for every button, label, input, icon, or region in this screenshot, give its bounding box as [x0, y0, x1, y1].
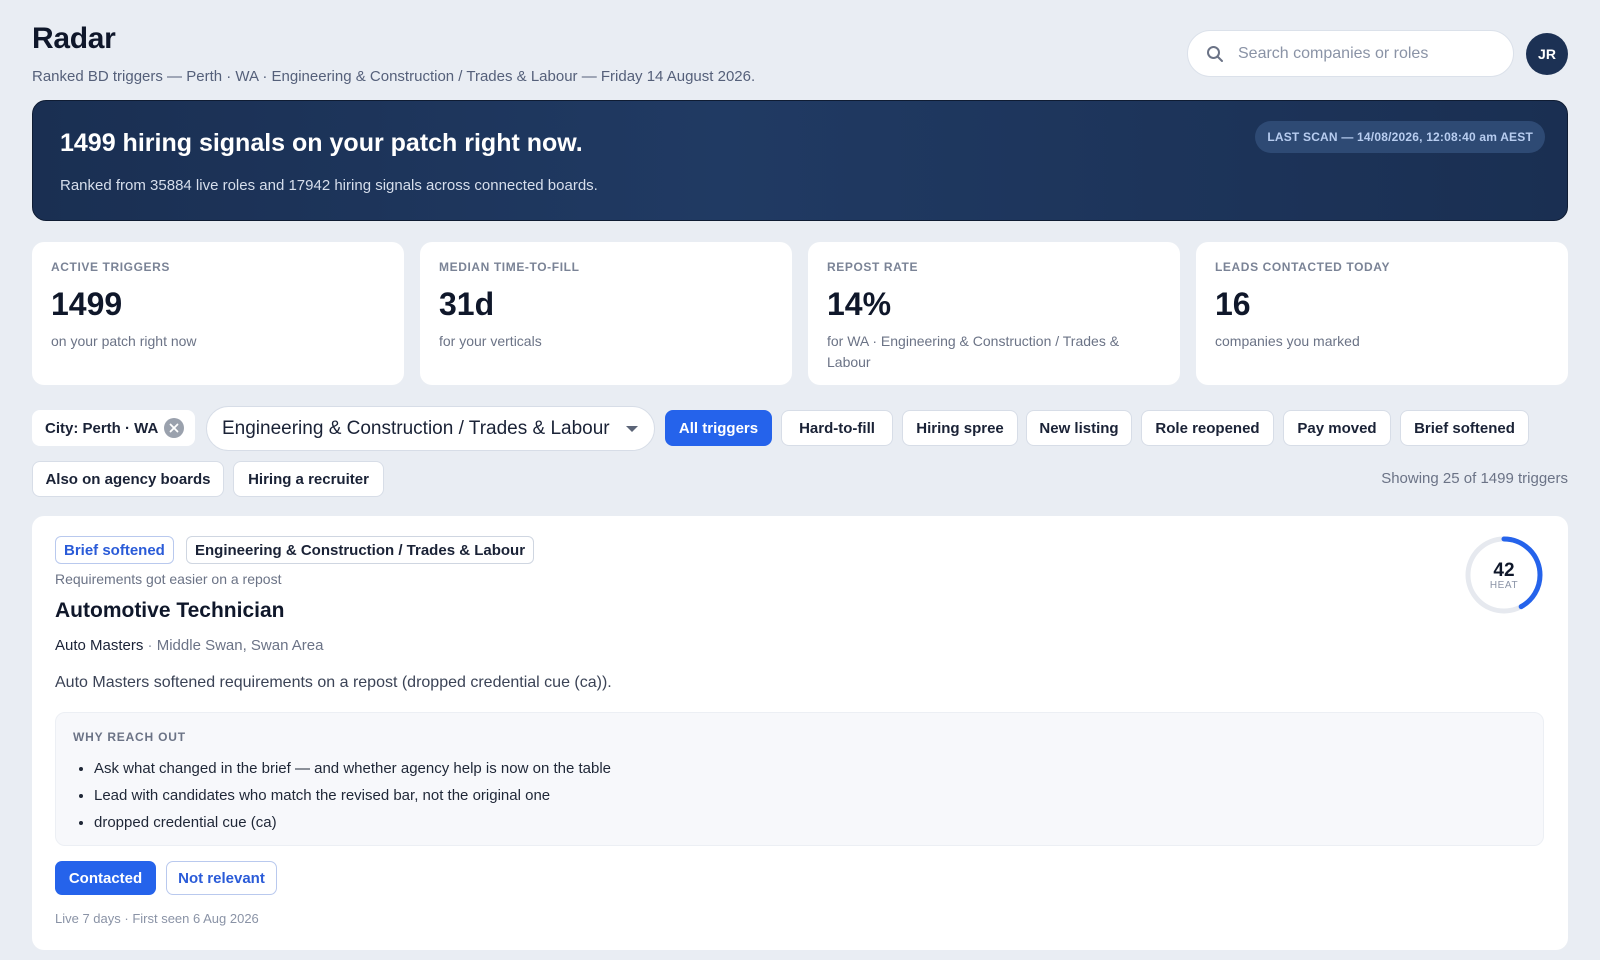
role-title: Automotive Technician — [55, 599, 285, 622]
why-reach-out-list: Ask what changed in the brief — and whet… — [94, 755, 611, 836]
avatar[interactable]: JR — [1526, 33, 1568, 75]
stat-value: 31d — [439, 286, 495, 322]
banner-headline: 1499 hiring signals on your patch right … — [60, 129, 583, 157]
banner-detail: Ranked from 35884 live roles and 17942 h… — [60, 177, 598, 194]
stat-desc: on your patch right now — [51, 333, 197, 349]
stat-desc: companies you marked — [1215, 333, 1360, 349]
results-count: Showing 25 of 1499 triggers — [1381, 470, 1568, 487]
contacted-button[interactable]: Contacted — [55, 861, 156, 895]
trigger-card: Brief softened Engineering & Constructio… — [32, 516, 1568, 950]
city-filter-chip: City: Perth · WA — [32, 410, 195, 446]
stat-desc: for WA · Engineering & Construction / Tr… — [827, 333, 1120, 370]
filter-chip-all-triggers[interactable]: All triggers — [665, 410, 772, 446]
remove-city-filter-button[interactable] — [164, 418, 184, 438]
stat-value: 14% — [827, 286, 892, 322]
summary-banner: 1499 hiring signals on your patch right … — [32, 100, 1568, 221]
page-subtitle: Ranked BD triggers — Perth · WA · Engine… — [32, 68, 756, 85]
card-footer-meta: Live 7 days · First seen 6 Aug 2026 — [55, 911, 259, 926]
stat-label: REPOST RATE — [827, 260, 919, 274]
stat-label: LEADS CONTACTED TODAY — [1215, 260, 1391, 274]
not-relevant-button[interactable]: Not relevant — [166, 861, 277, 895]
why-reach-out-panel: WHY REACH OUT Ask what changed in the br… — [55, 712, 1544, 846]
stat-value: 16 — [1215, 286, 1251, 322]
search-icon — [1207, 45, 1223, 62]
page-header: Radar Ranked BD triggers — Perth · WA · … — [32, 22, 755, 85]
filter-chip-brief-softened[interactable]: Brief softened — [1400, 410, 1529, 446]
stat-card-leads-contacted: LEADS CONTACTED TODAY 16 companies you m… — [1196, 242, 1568, 385]
filter-chip-hiring-recruiter[interactable]: Hiring a recruiter — [233, 461, 384, 497]
heat-gauge: 42 HEAT — [1463, 534, 1545, 616]
stat-value: 1499 — [51, 286, 123, 322]
role-meta: Auto Masters · Middle Swan, Swan Area — [55, 637, 323, 654]
why-reach-out-title: WHY REACH OUT — [73, 730, 186, 744]
last-scan-badge: LAST SCAN — 14/08/2026, 12:08:40 am AEST — [1255, 121, 1545, 153]
search-box[interactable] — [1187, 30, 1514, 77]
stat-label: ACTIVE TRIGGERS — [51, 260, 171, 274]
stat-desc: for your verticals — [439, 333, 542, 349]
city-filter-label: City: Perth · WA — [45, 419, 159, 437]
page-title: Radar — [32, 22, 116, 55]
filter-chip-agency-boards[interactable]: Also on agency boards — [32, 461, 224, 497]
filter-chip-hard-to-fill[interactable]: Hard-to-fill — [781, 410, 893, 446]
stat-label: MEDIAN TIME-TO-FILL — [439, 260, 580, 274]
filter-chip-hiring-spree[interactable]: Hiring spree — [902, 410, 1018, 446]
trigger-tag: Brief softened — [55, 536, 174, 564]
vertical-select[interactable]: Engineering & Construction / Trades & La… — [206, 406, 655, 451]
heat-label: HEAT — [1489, 580, 1519, 591]
filter-chip-role-reopened[interactable]: Role reopened — [1141, 410, 1274, 446]
trigger-summary: Auto Masters softened requirements on a … — [55, 674, 612, 691]
company-name: Auto Masters — [55, 637, 144, 654]
filter-chip-pay-moved[interactable]: Pay moved — [1283, 410, 1391, 446]
list-item: Lead with candidates who match the revis… — [94, 782, 611, 809]
heat-value: 42 — [1493, 560, 1515, 581]
vertical-select-value: Engineering & Construction / Trades & La… — [222, 417, 610, 439]
close-icon — [169, 423, 179, 433]
chevron-down-icon — [626, 426, 638, 432]
list-item: dropped credential cue (ca) — [94, 809, 611, 836]
trigger-tagline: Requirements got easier on a repost — [55, 571, 282, 587]
role-location: Middle Swan, Swan Area — [156, 637, 324, 654]
stat-card-active-triggers: ACTIVE TRIGGERS 1499 on your patch right… — [32, 242, 404, 385]
vertical-tag: Engineering & Construction / Trades & La… — [186, 536, 535, 564]
search-input[interactable] — [1238, 44, 1488, 63]
list-item: Ask what changed in the brief — and whet… — [94, 755, 611, 782]
stat-card-repost-rate: REPOST RATE 14% for WA · Engineering & C… — [808, 242, 1180, 385]
meta-separator: · — [143, 637, 157, 654]
filter-chip-new-listing[interactable]: New listing — [1026, 410, 1132, 446]
stat-card-median-time-to-fill: MEDIAN TIME-TO-FILL 31d for your vertica… — [420, 242, 792, 385]
